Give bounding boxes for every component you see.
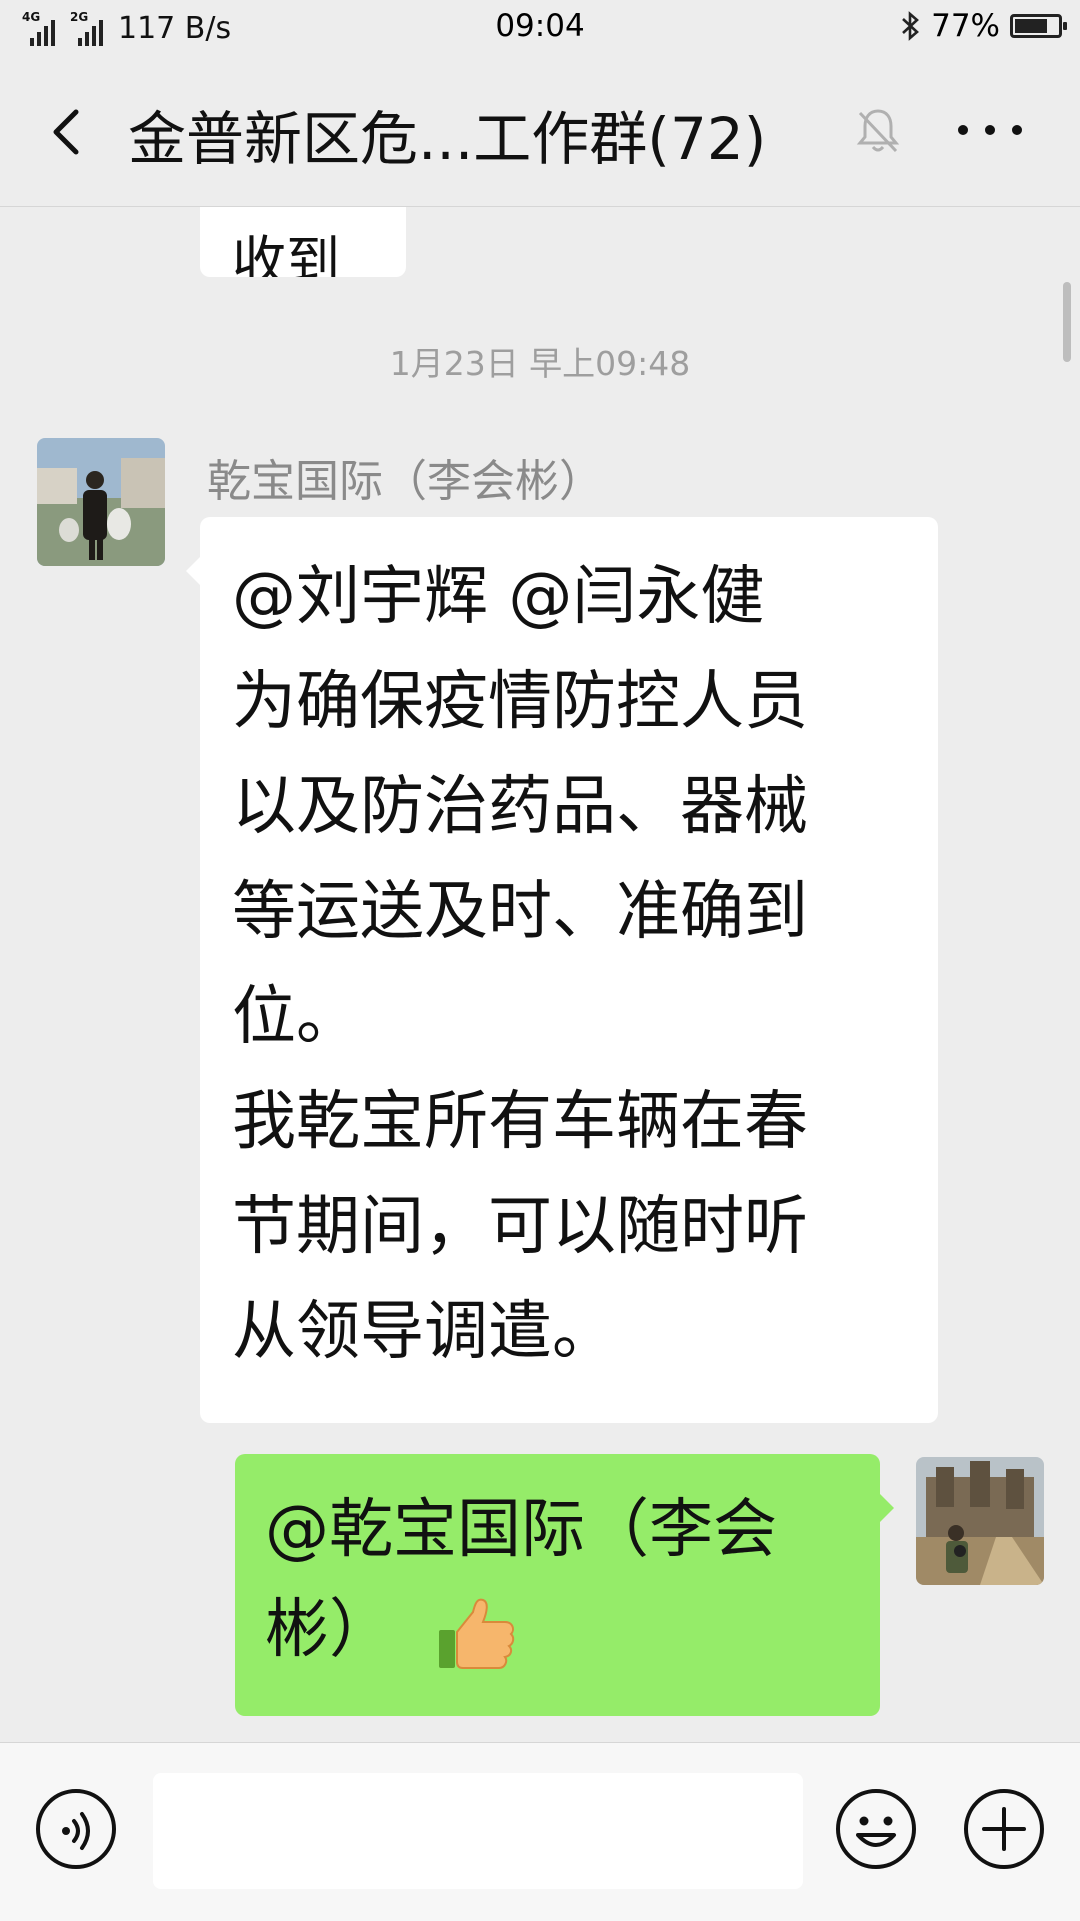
chat-area[interactable]: 收到 1月23日 早上09:48 乾宝国际（李会彬） @刘宇辉 @闫永健 为确保… — [0, 207, 1080, 1742]
user-avatar[interactable] — [916, 1457, 1044, 1585]
message-line: 位。 — [232, 980, 360, 1054]
input-bar — [0, 1742, 1080, 1921]
chat-title[interactable]: 金普新区危...工作群(72) — [128, 92, 766, 176]
outgoing-message-bubble[interactable]: @乾宝国际（李会 彬） — [235, 1454, 894, 1716]
message-timestamp: 1月23日 早上09:48 — [389, 344, 691, 383]
message-line: 节期间，可以随时听 — [232, 1190, 808, 1264]
message-input[interactable] — [153, 1773, 803, 1889]
battery-icon — [1010, 14, 1067, 38]
more-icon[interactable] — [958, 120, 1022, 140]
battery-percent: 77% — [931, 8, 1000, 44]
message-line: 彬） — [265, 1580, 855, 1680]
message-text: @刘宇辉 @闫永健 为确保疫情防控人员 以及防治药品、器械 等运送及时、准确到 … — [232, 545, 922, 1385]
status-right: 77% — [899, 8, 1067, 44]
chat-header: 金普新区危...工作群(72) — [0, 56, 1080, 207]
previous-message-bubble[interactable]: 收到 — [200, 207, 406, 277]
message-line: @刘宇辉 @闫永健 — [232, 560, 765, 634]
message-line: 等运送及时、准确到 — [232, 875, 808, 949]
sender-name: 乾宝国际（李会彬） — [207, 456, 603, 507]
message-line: 以及防治药品、器械 — [232, 770, 808, 844]
reply-text: @乾宝国际（李会 彬） — [265, 1480, 855, 1680]
status-bar: 4G 2G 117 B/s 09:04 77% — [0, 0, 1080, 56]
message-line: 从领导调遣。 — [232, 1295, 616, 1369]
message-line-text: 彬） — [265, 1593, 393, 1667]
message-line: @乾宝国际（李会 — [265, 1493, 777, 1567]
incoming-message-bubble[interactable]: @刘宇辉 @闫永健 为确保疫情防控人员 以及防治药品、器械 等运送及时、准确到 … — [186, 517, 938, 1423]
message-line: 为确保疫情防控人员 — [232, 665, 808, 739]
bluetooth-icon — [902, 11, 920, 41]
emoji-icon[interactable] — [834, 1787, 918, 1871]
previous-message-text: 收到 — [232, 230, 340, 277]
thumbs-up-icon — [439, 1599, 515, 1670]
sender-avatar[interactable] — [37, 438, 165, 566]
back-arrow-icon[interactable] — [40, 102, 100, 162]
mute-bell-icon — [856, 109, 900, 153]
voice-icon[interactable] — [34, 1787, 118, 1871]
plus-icon[interactable] — [962, 1787, 1046, 1871]
message-line: 我乾宝所有车辆在春 — [232, 1085, 808, 1159]
